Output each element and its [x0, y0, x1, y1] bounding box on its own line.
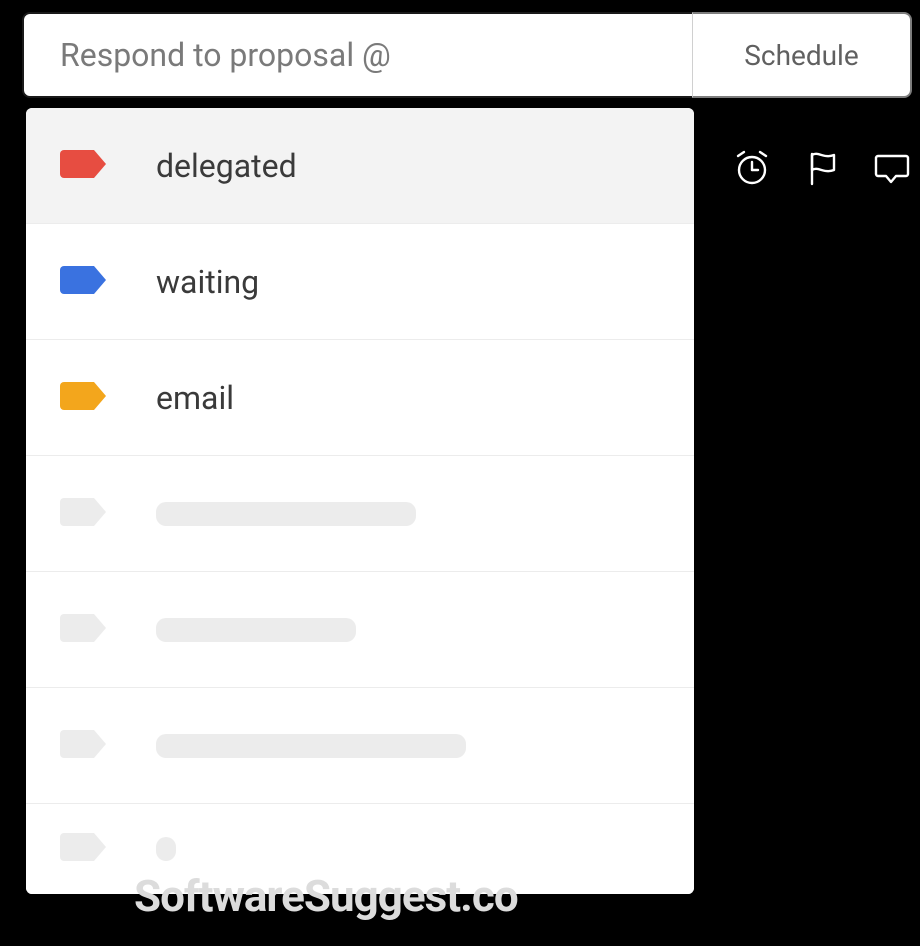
tag-label-placeholder: [156, 502, 416, 526]
tag-label-placeholder: [156, 618, 356, 642]
task-input-text: Respond to proposal @: [60, 36, 391, 74]
tag-label: delegated: [156, 147, 297, 185]
comment-icon[interactable]: [872, 148, 912, 192]
tag-item-placeholder[interactable]: [26, 572, 694, 688]
tag-label: waiting: [156, 263, 259, 301]
tag-dropdown: delegated waiting email: [26, 108, 694, 894]
task-input[interactable]: Respond to proposal @: [22, 12, 692, 98]
tag-icon: [60, 726, 110, 766]
schedule-label: Schedule: [744, 39, 858, 72]
tag-icon: [60, 378, 110, 418]
tag-icon: [60, 610, 110, 650]
tag-label-placeholder: [156, 734, 466, 758]
tag-icon: [60, 829, 110, 869]
flag-icon[interactable]: [802, 148, 842, 192]
tag-icon: [60, 146, 110, 186]
alarm-icon[interactable]: [732, 148, 772, 192]
tag-item-email[interactable]: email: [26, 340, 694, 456]
schedule-button[interactable]: Schedule: [692, 12, 912, 98]
tag-label-placeholder: [156, 837, 176, 861]
tag-label: email: [156, 379, 234, 417]
tag-icon: [60, 262, 110, 302]
tag-item-placeholder[interactable]: [26, 688, 694, 804]
action-icon-row: [732, 148, 912, 192]
tag-item-delegated[interactable]: delegated: [26, 108, 694, 224]
tag-item-waiting[interactable]: waiting: [26, 224, 694, 340]
tag-item-placeholder[interactable]: [26, 456, 694, 572]
tag-icon: [60, 494, 110, 534]
tag-item-placeholder[interactable]: [26, 804, 694, 894]
